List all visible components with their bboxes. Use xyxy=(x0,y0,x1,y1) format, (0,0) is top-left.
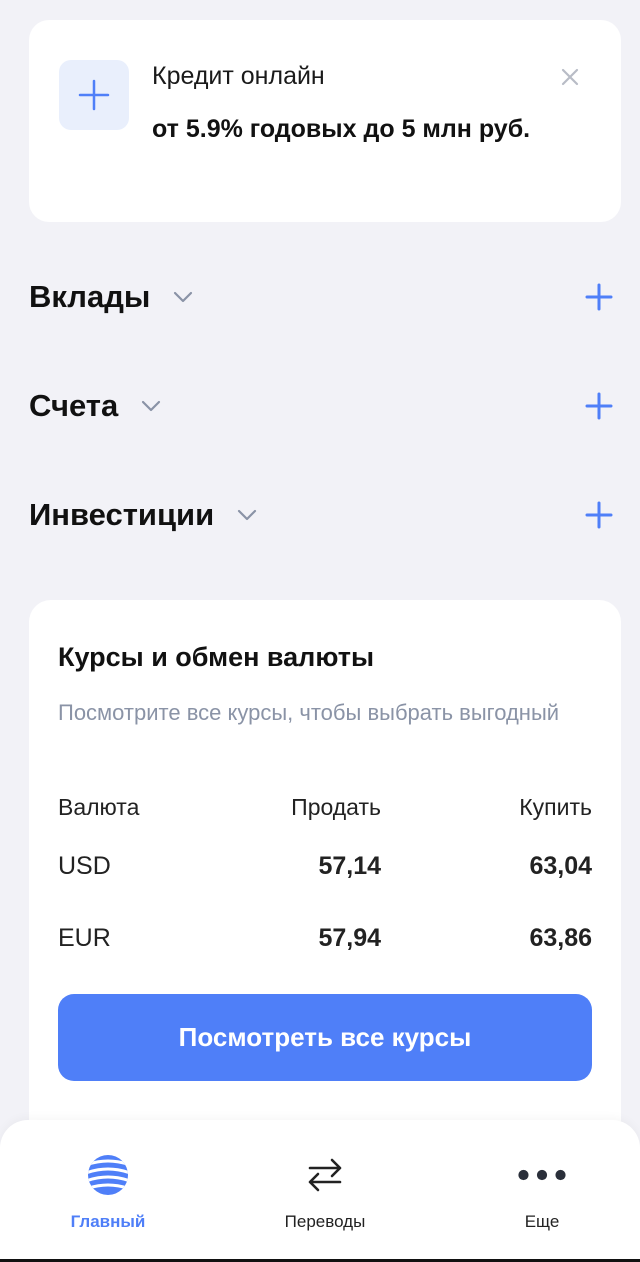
section-accounts[interactable]: Счета xyxy=(29,381,614,431)
section-title: Вклады xyxy=(29,279,151,314)
promo-title: Кредит онлайн xyxy=(152,62,325,90)
add-account-button[interactable] xyxy=(584,391,614,421)
section-investments[interactable]: Инвестиции xyxy=(29,490,614,540)
nav-item-transfers[interactable]: Переводы xyxy=(245,1150,405,1240)
add-investment-button[interactable] xyxy=(584,500,614,530)
rates-description: Посмотрите все курсы, чтобы выбрать выго… xyxy=(58,700,560,725)
table-row: EUR 57,94 63,86 xyxy=(58,924,592,958)
sell-rate: 57,14 xyxy=(318,852,381,880)
main-screen: Кредит онлайн от 5.9% годовых до 5 млн р… xyxy=(0,0,640,1262)
currency-rates-card: Курсы и обмен валюты Посмотрите все курс… xyxy=(29,600,621,1160)
nav-item-more[interactable]: Еще xyxy=(462,1150,622,1240)
column-header-currency: Валюта xyxy=(58,794,140,820)
plus-icon xyxy=(59,60,129,130)
section-deposits[interactable]: Вклады xyxy=(29,272,614,322)
promo-subtitle: от 5.9% годовых до 5 млн руб. xyxy=(152,115,531,143)
column-header-sell: Продать xyxy=(291,794,381,820)
nav-label: Переводы xyxy=(284,1212,366,1231)
section-title: Инвестиции xyxy=(29,497,215,532)
chevron-down-icon[interactable] xyxy=(236,502,262,528)
globe-icon xyxy=(83,1150,133,1200)
transfer-arrows-icon xyxy=(300,1150,350,1200)
column-header-buy: Купить xyxy=(519,794,592,820)
buy-rate: 63,86 xyxy=(529,924,592,952)
section-title: Счета xyxy=(29,388,119,423)
more-dots-icon xyxy=(517,1150,567,1200)
buy-rate: 63,04 xyxy=(529,852,592,880)
nav-label: Еще xyxy=(524,1212,560,1231)
chevron-down-icon[interactable] xyxy=(140,393,166,419)
rates-title: Курсы и обмен валюты xyxy=(58,642,374,672)
close-icon[interactable] xyxy=(557,64,583,90)
nav-item-home[interactable]: Главный xyxy=(28,1150,188,1240)
sell-rate: 57,94 xyxy=(318,924,381,952)
credit-promo-card[interactable]: Кредит онлайн от 5.9% годовых до 5 млн р… xyxy=(29,20,621,222)
currency-code: EUR xyxy=(58,924,111,952)
rates-table-header: Валюта Продать Купить xyxy=(58,794,592,828)
nav-label: Главный xyxy=(70,1212,146,1231)
view-all-rates-button[interactable]: Посмотреть все курсы xyxy=(58,994,592,1081)
currency-code: USD xyxy=(58,852,111,880)
table-row: USD 57,14 63,04 xyxy=(58,852,592,886)
bottom-navigation: Главный Переводы Еще xyxy=(0,1120,640,1260)
chevron-down-icon[interactable] xyxy=(172,284,198,310)
add-deposit-button[interactable] xyxy=(584,282,614,312)
